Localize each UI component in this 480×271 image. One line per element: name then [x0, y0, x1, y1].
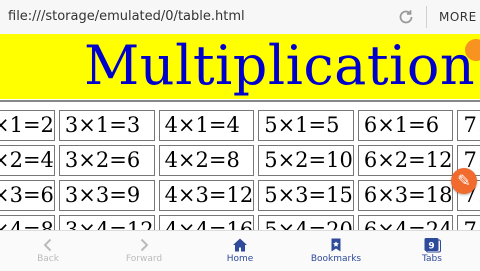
table-cell: 5×3=15	[258, 180, 354, 211]
reload-icon[interactable]	[396, 7, 416, 27]
nav-label: Forward	[125, 254, 163, 264]
nav-label: Bookmarks	[310, 254, 362, 264]
chevron-right-icon	[140, 238, 149, 252]
table-cell: 5×2=10	[258, 145, 354, 176]
home-icon	[233, 238, 247, 252]
url-field[interactable]: file:///storage/emulated/0/table.html	[8, 9, 245, 24]
nav-label: Tabs	[422, 254, 442, 264]
table-cell: 3×1=3	[58, 110, 155, 141]
edit-pencil-icon[interactable]: ✎	[451, 168, 477, 194]
nav-label: Back	[37, 254, 59, 264]
bookmark-icon	[331, 238, 341, 252]
nav-bookmarks-button[interactable]: Bookmarks	[288, 231, 384, 271]
table-cell: 3×3=9	[58, 180, 155, 211]
nav-back-button[interactable]: Back	[0, 231, 96, 271]
table-cell: 6×3=18	[357, 180, 454, 211]
tabs-count: 9	[428, 242, 434, 252]
address-bar: file:///storage/emulated/0/table.html MO…	[0, 0, 480, 35]
floating-badge-icon[interactable]	[465, 39, 480, 61]
page-title: Multiplication	[84, 34, 476, 97]
tabs-icon: 9	[424, 238, 441, 253]
table-cell: 4×1=4	[158, 110, 255, 141]
table-row: ×2=4 3×2=6 4×2=8 5×2=10 6×2=12 7×	[0, 145, 480, 176]
toolbar-divider	[426, 6, 427, 28]
multiplication-table-area: ×1=2 3×1=3 4×1=4 5×1=5 6×1=6 7× ×2=4 3×2…	[0, 100, 480, 232]
nav-tabs-button[interactable]: 9 Tabs	[384, 231, 480, 271]
table-cell: 4×2=8	[158, 145, 255, 176]
nav-forward-button[interactable]: Forward	[96, 231, 192, 271]
chevron-left-icon	[43, 238, 52, 252]
multiplication-table: ×1=2 3×1=3 4×1=4 5×1=5 6×1=6 7× ×2=4 3×2…	[0, 106, 480, 232]
table-row: ×3=6 3×3=9 4×3=12 5×3=15 6×3=18 7×	[0, 180, 480, 211]
page-banner: Multiplication	[0, 34, 480, 99]
more-button[interactable]: MORE	[439, 10, 477, 24]
table-cell: 4×3=12	[158, 180, 255, 211]
table-cell: 5×1=5	[258, 110, 354, 141]
table-cell: 6×1=6	[357, 110, 454, 141]
table-cell: ×1=2	[0, 110, 55, 141]
table-cell: ×2=4	[0, 145, 55, 176]
table-cell: 7×	[457, 110, 480, 141]
table-row: ×1=2 3×1=3 4×1=4 5×1=5 6×1=6 7×	[0, 110, 480, 141]
nav-label: Home	[226, 254, 254, 264]
bottom-nav: Back Forward Home Bookmarks 9 Tabs	[0, 230, 480, 271]
table-cell: 6×2=12	[357, 145, 454, 176]
table-cell: 3×2=6	[58, 145, 155, 176]
table-cell: ×3=6	[0, 180, 55, 211]
nav-home-button[interactable]: Home	[192, 231, 288, 271]
